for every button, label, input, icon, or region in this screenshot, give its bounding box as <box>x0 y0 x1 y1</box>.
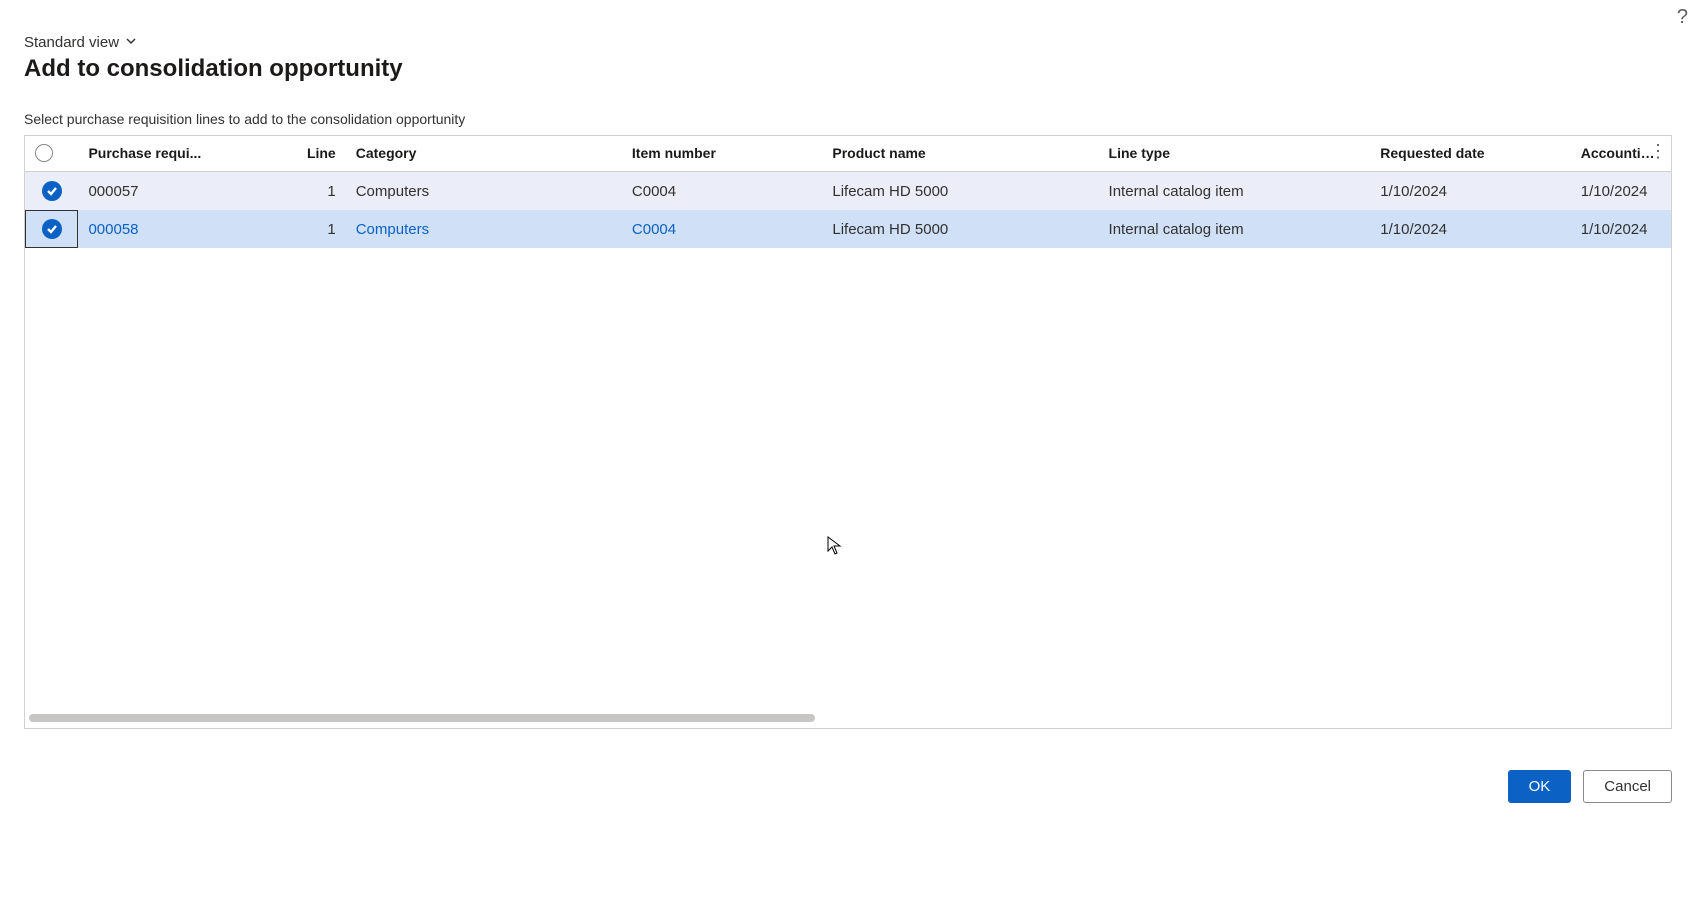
checkmark-icon[interactable] <box>42 181 62 201</box>
cell-line[interactable]: 1 <box>288 210 346 248</box>
cancel-button[interactable]: Cancel <box>1583 770 1672 803</box>
cell-accounting-date[interactable]: 1/10/2024 <box>1571 210 1671 248</box>
col-header-select[interactable] <box>25 136 78 172</box>
cell-requested-date[interactable]: 1/10/2024 <box>1370 210 1570 248</box>
cell-line-type[interactable]: Internal catalog item <box>1099 210 1371 248</box>
checkmark-icon[interactable] <box>42 219 62 239</box>
grid-more-icon[interactable]: ⋮ <box>1649 142 1667 160</box>
cell-item-number[interactable]: C0004 <box>622 210 822 248</box>
col-header-requested-date[interactable]: Requested date <box>1370 136 1570 172</box>
col-header-line[interactable]: Line <box>288 136 346 172</box>
view-selector-label: Standard view <box>24 34 119 51</box>
grid-container: ⋮ Purchase requi... Line <box>24 135 1672 729</box>
row-checkbox-cell[interactable] <box>25 172 78 211</box>
col-header-requisition[interactable]: Purchase requi... <box>78 136 287 172</box>
cell-requisition[interactable]: 000057 <box>78 172 287 211</box>
grid-header-row: Purchase requi... Line Category Item num… <box>25 136 1671 172</box>
cell-line[interactable]: 1 <box>288 172 346 211</box>
cell-category[interactable]: Computers <box>346 210 622 248</box>
cell-accounting-date[interactable]: 1/10/2024 <box>1571 172 1671 211</box>
dialog-footer: OK Cancel <box>1508 770 1672 803</box>
cell-requisition[interactable]: 000058 <box>78 210 287 248</box>
table-row[interactable]: 0000571ComputersC0004Lifecam HD 5000Inte… <box>25 172 1671 211</box>
chevron-down-icon <box>125 34 137 51</box>
row-checkbox-cell[interactable] <box>25 210 78 248</box>
col-header-line-type[interactable]: Line type <box>1099 136 1371 172</box>
cell-requested-date[interactable]: 1/10/2024 <box>1370 172 1570 211</box>
page-subtitle: Select purchase requisition lines to add… <box>24 111 1672 127</box>
cell-product-name[interactable]: Lifecam HD 5000 <box>822 210 1098 248</box>
col-header-product-name[interactable]: Product name <box>822 136 1098 172</box>
horizontal-scrollbar[interactable] <box>29 714 1667 724</box>
select-all-checkbox[interactable] <box>35 144 53 162</box>
cell-item-number[interactable]: C0004 <box>622 172 822 211</box>
page-title: Add to consolidation opportunity <box>24 55 1672 83</box>
scrollbar-thumb[interactable] <box>29 714 815 722</box>
requisition-lines-grid: Purchase requi... Line Category Item num… <box>25 136 1671 248</box>
ok-button[interactable]: OK <box>1508 770 1572 803</box>
cell-category[interactable]: Computers <box>346 172 622 211</box>
col-header-category[interactable]: Category <box>346 136 622 172</box>
help-icon[interactable]: ? <box>1677 6 1688 29</box>
cell-product-name[interactable]: Lifecam HD 5000 <box>822 172 1098 211</box>
col-header-item-number[interactable]: Item number <box>622 136 822 172</box>
view-selector[interactable]: Standard view <box>24 34 137 51</box>
table-row[interactable]: 0000581ComputersC0004Lifecam HD 5000Inte… <box>25 210 1671 248</box>
cell-line-type[interactable]: Internal catalog item <box>1099 172 1371 211</box>
